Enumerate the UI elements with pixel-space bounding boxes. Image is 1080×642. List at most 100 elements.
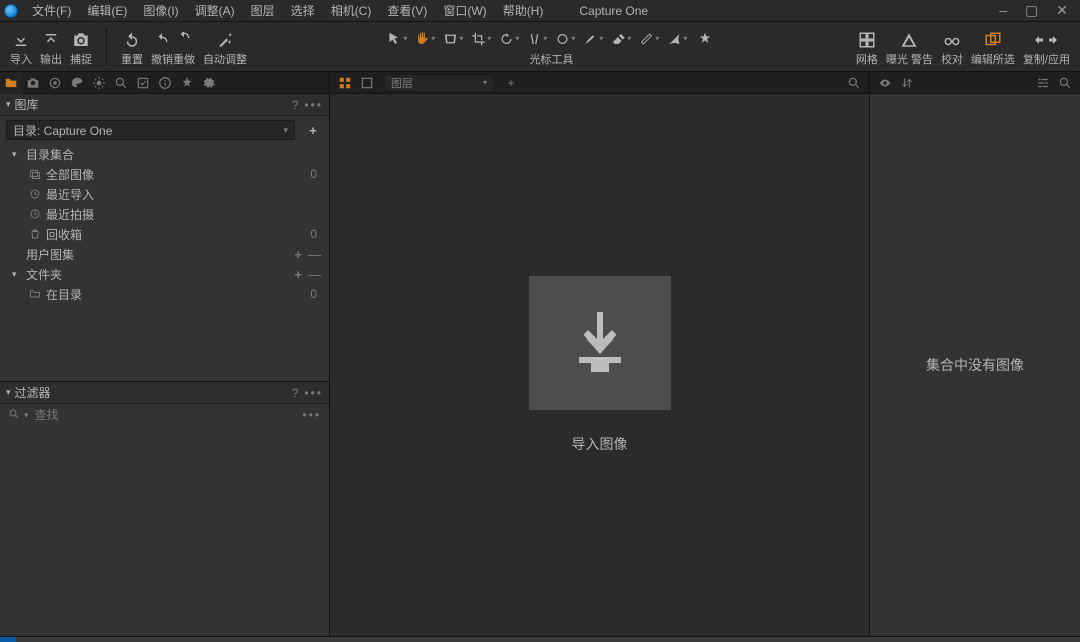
- camera-icon: [72, 29, 90, 51]
- arrows-icon: [1033, 29, 1059, 51]
- warning-icon: [900, 29, 918, 51]
- brush-tool[interactable]: ▾: [583, 29, 603, 49]
- exposure-warning-label: 曝光 警告: [886, 51, 933, 67]
- auto-adjust-button[interactable]: 自动调整: [199, 27, 251, 69]
- menu-view[interactable]: 查看(V): [379, 0, 435, 21]
- tab-adjust[interactable]: [132, 72, 154, 94]
- menu-help[interactable]: 帮助(H): [495, 0, 552, 21]
- library-panel-header[interactable]: ▾ 图库 ? •••: [0, 94, 329, 116]
- copy-apply-button[interactable]: 复制/应用: [1019, 27, 1074, 69]
- catalog-collection-header[interactable]: ▾ 目录集合: [0, 144, 329, 164]
- layer-select[interactable]: 图层 ▾: [384, 74, 494, 92]
- exposure-warning-button[interactable]: 曝光 警告: [882, 27, 937, 69]
- browser-filter-button[interactable]: [1032, 73, 1054, 93]
- remove-folder-button[interactable]: —: [308, 267, 321, 282]
- spot-tool[interactable]: ▾: [555, 29, 575, 49]
- viewer-body[interactable]: 导入图像: [330, 94, 869, 636]
- filter-search-input[interactable]: [33, 407, 303, 423]
- proof-button[interactable]: 校对: [937, 27, 967, 69]
- pointer-tool[interactable]: ▾: [387, 29, 407, 49]
- export-button[interactable]: 输出: [36, 27, 66, 69]
- tab-capture[interactable]: [22, 72, 44, 94]
- style-tool[interactable]: [695, 29, 715, 49]
- filter-panel: ▾ 过滤器 ? ••• ▾ •••: [0, 381, 329, 636]
- gradient-tool[interactable]: ▾: [639, 29, 659, 49]
- cursor-tools: ▾ ▾ ▾ ▾ ▾ ▾ ▾ ▾ ▾ ▾ ▾ 光标工具: [257, 22, 846, 71]
- folder-icon: [26, 288, 44, 300]
- keystone-tool[interactable]: ▾: [527, 29, 547, 49]
- tab-settings[interactable]: [198, 72, 220, 94]
- chevron-down-icon: ▾: [6, 99, 11, 110]
- menu-camera[interactable]: 相机(C): [323, 0, 380, 21]
- glasses-icon: [943, 29, 961, 51]
- tree-recent-imports[interactable]: 最近导入: [0, 184, 329, 204]
- help-icon[interactable]: ?: [292, 98, 299, 112]
- menu-image[interactable]: 图像(I): [135, 0, 186, 21]
- export-label: 输出: [40, 51, 62, 67]
- menu-adjust[interactable]: 调整(A): [187, 0, 243, 21]
- capture-button[interactable]: 捕捉: [66, 27, 96, 69]
- help-icon[interactable]: ?: [292, 386, 299, 400]
- rotate-tool[interactable]: ▾: [499, 29, 519, 49]
- browser-eye-button[interactable]: [874, 73, 896, 93]
- filter-more-icon[interactable]: •••: [302, 408, 321, 422]
- tree-in-catalog[interactable]: 在目录 0: [0, 284, 329, 304]
- reset-button[interactable]: 重置: [117, 27, 147, 69]
- add-layer-button[interactable]: +: [500, 73, 522, 93]
- toolbar-separator: [106, 28, 107, 66]
- download-icon: [564, 302, 636, 385]
- tab-exposure[interactable]: [88, 72, 110, 94]
- import-drop-target[interactable]: [529, 276, 671, 410]
- tab-metadata[interactable]: [154, 72, 176, 94]
- undo-redo-button[interactable]: 撤销重做: [147, 27, 199, 69]
- view-single-button[interactable]: [356, 73, 378, 93]
- add-catalog-button[interactable]: +: [303, 123, 323, 138]
- library-panel-title: 图库: [15, 96, 39, 113]
- menu-select[interactable]: 选择: [283, 0, 323, 21]
- remove-collection-button[interactable]: —: [308, 247, 321, 262]
- more-icon[interactable]: •••: [304, 386, 323, 400]
- tab-details[interactable]: [110, 72, 132, 94]
- maximize-button[interactable]: ▢: [1025, 2, 1038, 19]
- main-toolbar: 导入 输出 捕捉 重置 撤销重做: [0, 22, 1080, 72]
- menu-window[interactable]: 窗口(W): [435, 0, 494, 21]
- menu-layer[interactable]: 图层: [243, 0, 283, 21]
- clock-icon: [26, 208, 44, 220]
- more-icon[interactable]: •••: [304, 98, 323, 112]
- tab-output[interactable]: [176, 72, 198, 94]
- user-collections-header[interactable]: ▾ 用户图集 + —: [0, 244, 329, 264]
- viewer-search-button[interactable]: [843, 73, 865, 93]
- viewer-toolbar: 图层 ▾ +: [330, 72, 869, 94]
- library-tree: ▾ 目录集合 全部图像 0 最近导入 最近拍摄 回收箱 0: [0, 144, 329, 381]
- view-grid-button[interactable]: [334, 73, 356, 93]
- edit-selected-button[interactable]: 编辑所选: [967, 27, 1019, 69]
- filter-panel-header[interactable]: ▾ 过滤器 ? •••: [0, 382, 329, 404]
- undo-redo-icon: [154, 29, 192, 51]
- catalog-select[interactable]: 目录: Capture One ▾: [6, 120, 295, 140]
- import-button[interactable]: 导入: [6, 27, 36, 69]
- menu-bar: 文件(F) 编辑(E) 图像(I) 调整(A) 图层 选择 相机(C) 查看(V…: [0, 0, 1080, 22]
- tab-library[interactable]: [0, 72, 22, 94]
- tree-recent-captures[interactable]: 最近拍摄: [0, 204, 329, 224]
- tree-trash[interactable]: 回收箱 0: [0, 224, 329, 244]
- browser-search-button[interactable]: [1054, 73, 1076, 93]
- import-label: 导入: [10, 51, 32, 67]
- crop-tool[interactable]: ▾: [471, 29, 491, 49]
- pan-tool[interactable]: ▾: [415, 29, 435, 49]
- tree-all-images[interactable]: 全部图像 0: [0, 164, 329, 184]
- tab-lens[interactable]: [44, 72, 66, 94]
- tab-color[interactable]: [66, 72, 88, 94]
- menu-edit[interactable]: 编辑(E): [79, 0, 135, 21]
- minimize-button[interactable]: –: [999, 2, 1007, 19]
- add-collection-button[interactable]: +: [294, 247, 302, 262]
- close-button[interactable]: ✕: [1056, 2, 1068, 19]
- capture-label: 捕捉: [70, 51, 92, 67]
- menu-file[interactable]: 文件(F): [24, 0, 79, 21]
- radial-tool[interactable]: ▾: [667, 29, 687, 49]
- grid-button[interactable]: 网格: [852, 27, 882, 69]
- loupe-tool[interactable]: ▾: [443, 29, 463, 49]
- eraser-tool[interactable]: ▾: [611, 29, 631, 49]
- add-folder-button[interactable]: +: [294, 267, 302, 282]
- folders-header[interactable]: ▾ 文件夹 + —: [0, 264, 329, 284]
- browser-sort-button[interactable]: [896, 73, 918, 93]
